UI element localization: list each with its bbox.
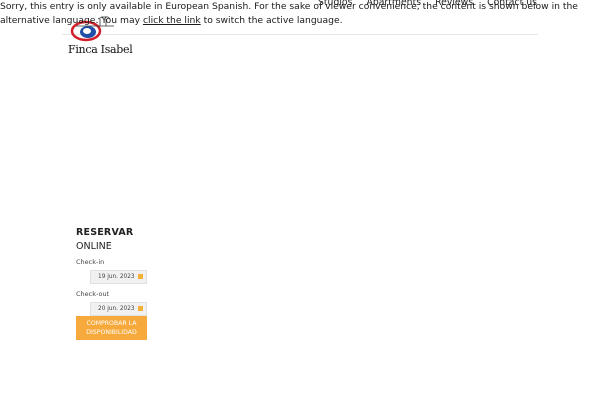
checkout-label: Check-out <box>76 290 110 298</box>
notice-text-end: to switch the active language. <box>200 15 343 26</box>
checkin-date-field[interactable]: 19 jun. 2023 <box>90 270 147 284</box>
nav-item-reviews[interactable]: Reviews <box>435 0 473 8</box>
switch-language-link[interactable]: click the link <box>143 15 201 26</box>
booking-widget: RESERVAR ONLINE Check-in 19 jun. 2023 Ch… <box>76 227 148 340</box>
header-divider <box>62 34 538 35</box>
check-availability-button[interactable]: COMPROBAR LA DISPONIBILIDAD <box>76 316 147 340</box>
checkout-date-field[interactable]: 20 jun. 2023 <box>90 302 147 316</box>
nav-item-studios[interactable]: Studios <box>318 0 352 8</box>
checkout-date-value: 20 jun. 2023 <box>98 306 135 312</box>
checkin-date-value: 19 jun. 2023 <box>98 274 135 280</box>
nav-item-apartments[interactable]: Apartments <box>366 0 421 8</box>
logo-text: Finca Isabel <box>68 43 133 56</box>
checkin-label: Check-in <box>76 258 105 266</box>
booking-title: RESERVAR <box>76 227 134 238</box>
calendar-icon[interactable] <box>138 274 143 279</box>
nav-item-contact-us[interactable]: Contact us <box>487 0 537 8</box>
booking-subtitle: ONLINE <box>76 241 112 252</box>
calendar-icon[interactable] <box>138 306 143 311</box>
main-nav: Studios Apartments Reviews Contact us <box>318 0 537 8</box>
